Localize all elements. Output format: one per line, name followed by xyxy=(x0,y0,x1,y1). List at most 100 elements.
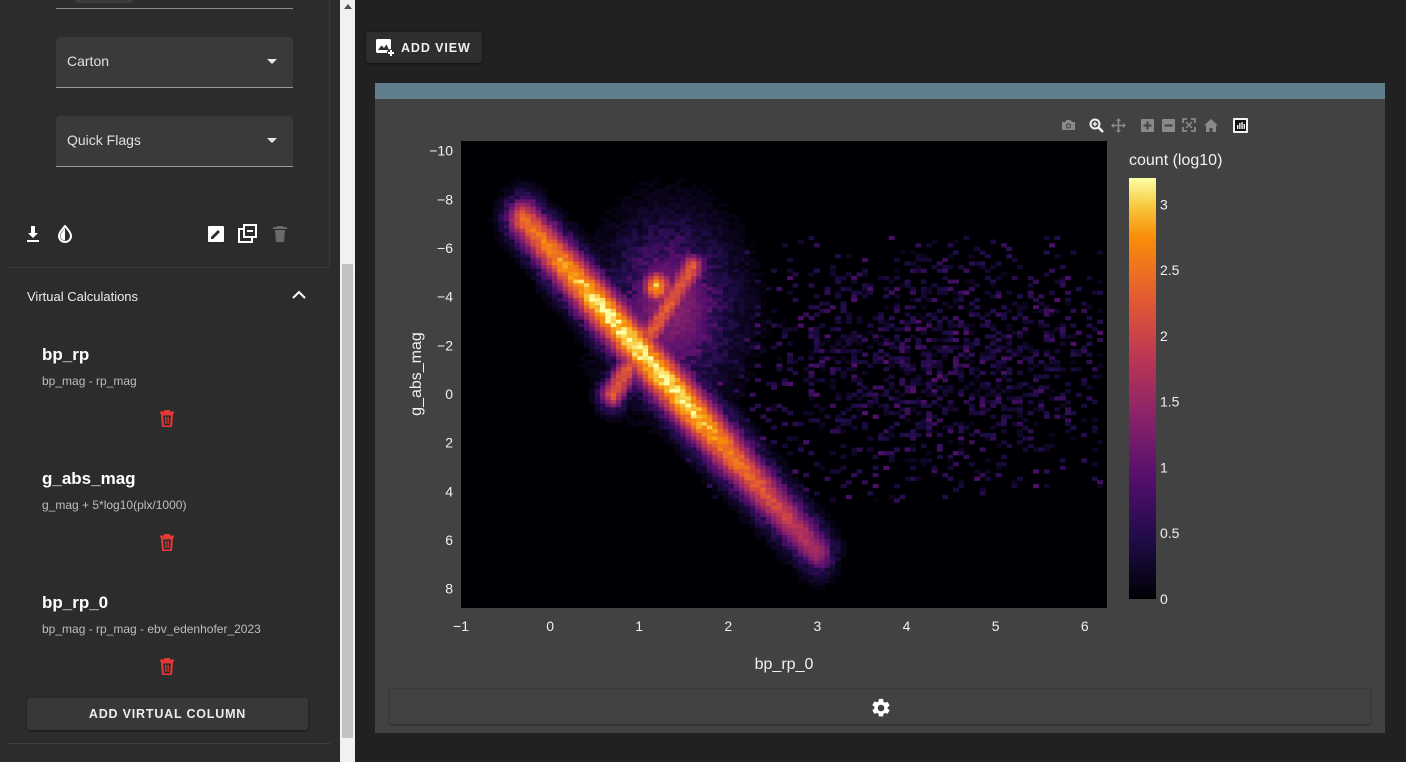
heatmap-cell xyxy=(653,319,660,324)
heatmap-cell xyxy=(616,400,622,405)
edit-image-icon[interactable] xyxy=(205,223,227,245)
heatmap-cell xyxy=(642,286,649,292)
heatmap-cell xyxy=(974,378,981,383)
heatmap-cell xyxy=(787,480,793,485)
download-icon[interactable] xyxy=(22,223,44,245)
heatmap-cell xyxy=(706,436,713,441)
carton-select[interactable]: Carton xyxy=(56,37,293,88)
heatmap-cell xyxy=(1011,396,1018,401)
heatmap-cell xyxy=(1006,323,1013,328)
heatmap-cell xyxy=(674,301,681,306)
heatmap-cell xyxy=(851,338,858,343)
heatmap-cell xyxy=(845,286,852,292)
heatmap-cell xyxy=(535,250,542,255)
heatmap-cell xyxy=(712,363,719,368)
delete-icon[interactable] xyxy=(157,531,177,553)
heatmap-cell xyxy=(781,535,788,540)
heatmap-cell xyxy=(632,356,638,361)
scrollbar-thumb[interactable] xyxy=(342,264,353,738)
heatmap-cell xyxy=(739,451,745,456)
heatmap-cell xyxy=(706,308,713,313)
heatmap-cell xyxy=(787,524,793,529)
add-virtual-column-button[interactable]: ADD VIRTUAL COLUMN xyxy=(27,698,308,730)
heatmap-cell xyxy=(706,265,713,270)
heatmap-cell xyxy=(562,283,569,288)
heatmap-cell xyxy=(990,400,997,405)
heatmap-cell xyxy=(728,374,735,379)
heatmap-cell xyxy=(616,276,622,281)
heatmap-cell xyxy=(787,487,793,492)
heatmap-cell xyxy=(803,502,810,507)
heatmap-cell xyxy=(685,411,692,416)
heatmap-cell xyxy=(824,575,831,580)
heatmap-cell xyxy=(589,286,596,292)
heatmap-cell xyxy=(503,243,510,248)
contrast-icon[interactable] xyxy=(54,223,76,245)
delete-icon[interactable] xyxy=(157,655,177,677)
heatmap-cell xyxy=(712,316,719,321)
heatmap-cell xyxy=(685,432,692,438)
x-axis-label: bp_rp_0 xyxy=(755,656,814,673)
heatmap-cell xyxy=(562,316,569,321)
heatmap-cell xyxy=(541,254,548,259)
heatmap-cell xyxy=(626,312,633,317)
virtual-calculations-list: bp_rp bp_mag - rp_mag g_abs_mag g_mag + … xyxy=(27,331,307,701)
heatmap-cell xyxy=(1027,294,1034,299)
heatmap-cell xyxy=(958,352,965,357)
heatmap-cell xyxy=(642,257,649,262)
heatmap-cell xyxy=(717,301,724,306)
heatmap-cell xyxy=(819,578,826,583)
heatmap-cell xyxy=(616,414,622,419)
heatmap-cell xyxy=(621,385,628,390)
heatmap-cell xyxy=(626,352,633,357)
heatmap-cell xyxy=(968,392,975,397)
heatmap-cell xyxy=(739,243,745,248)
heatmap-cell xyxy=(1043,414,1050,419)
heatmap-cell xyxy=(1001,454,1007,459)
heatmap-cell xyxy=(701,392,708,397)
heatmap-cell xyxy=(610,370,617,376)
sidebar-scrollbar[interactable] xyxy=(340,0,355,762)
chip[interactable] xyxy=(73,0,135,3)
vc-expression: bp_mag - rp_mag - ebv_edenhofer_2023 xyxy=(42,622,261,636)
add-view-button[interactable]: ADD VIEW xyxy=(366,32,482,63)
heatmap-cell xyxy=(776,538,783,543)
duplicate-icon[interactable] xyxy=(237,223,259,245)
heatmap-cell xyxy=(685,454,692,459)
heatmap-cell xyxy=(696,458,703,463)
heatmap-cell xyxy=(648,319,654,324)
heatmap-cell xyxy=(514,199,521,204)
heatmap-cell xyxy=(701,323,708,328)
heatmap-cell xyxy=(696,297,703,303)
heatmap-cell xyxy=(669,305,676,310)
heatmap-cell xyxy=(674,349,681,354)
heatmap-cell xyxy=(642,250,649,255)
heatmap-cell xyxy=(771,527,777,532)
heatmap-cell xyxy=(1043,308,1050,313)
heatmap-chart[interactable]: −1 0 1 2 3 4 5 6−10−8−6−4−202468 bp_rp_0 g_abs_… xyxy=(375,83,1385,683)
heatmap-cell xyxy=(712,250,719,255)
heatmap-cell xyxy=(584,246,590,251)
heatmap-cell xyxy=(787,498,793,503)
heatmap-cell xyxy=(680,389,687,394)
heatmap-cell xyxy=(765,542,772,547)
heatmap-cell xyxy=(771,385,777,390)
heatmap-cell xyxy=(584,243,590,248)
heatmap-cell xyxy=(813,531,820,536)
heatmap-cell xyxy=(712,279,719,284)
heatmap-cell xyxy=(674,385,681,390)
heatmap-cell xyxy=(771,524,777,529)
gear-icon[interactable] xyxy=(870,697,892,719)
heatmap-cell xyxy=(931,473,938,478)
heatmap-cell xyxy=(712,301,719,306)
chevron-up-icon[interactable] xyxy=(292,290,306,300)
heatmap-cell xyxy=(819,349,826,354)
heatmap-cell xyxy=(749,370,756,376)
delete-icon[interactable] xyxy=(157,407,177,429)
heatmap-cell xyxy=(600,246,606,251)
heatmap-cell xyxy=(739,458,745,463)
heatmap-cell xyxy=(979,316,986,321)
heatmap-cell xyxy=(728,370,735,376)
quick-flags-select[interactable]: Quick Flags xyxy=(56,116,293,167)
scroll-up-icon[interactable] xyxy=(344,4,352,9)
